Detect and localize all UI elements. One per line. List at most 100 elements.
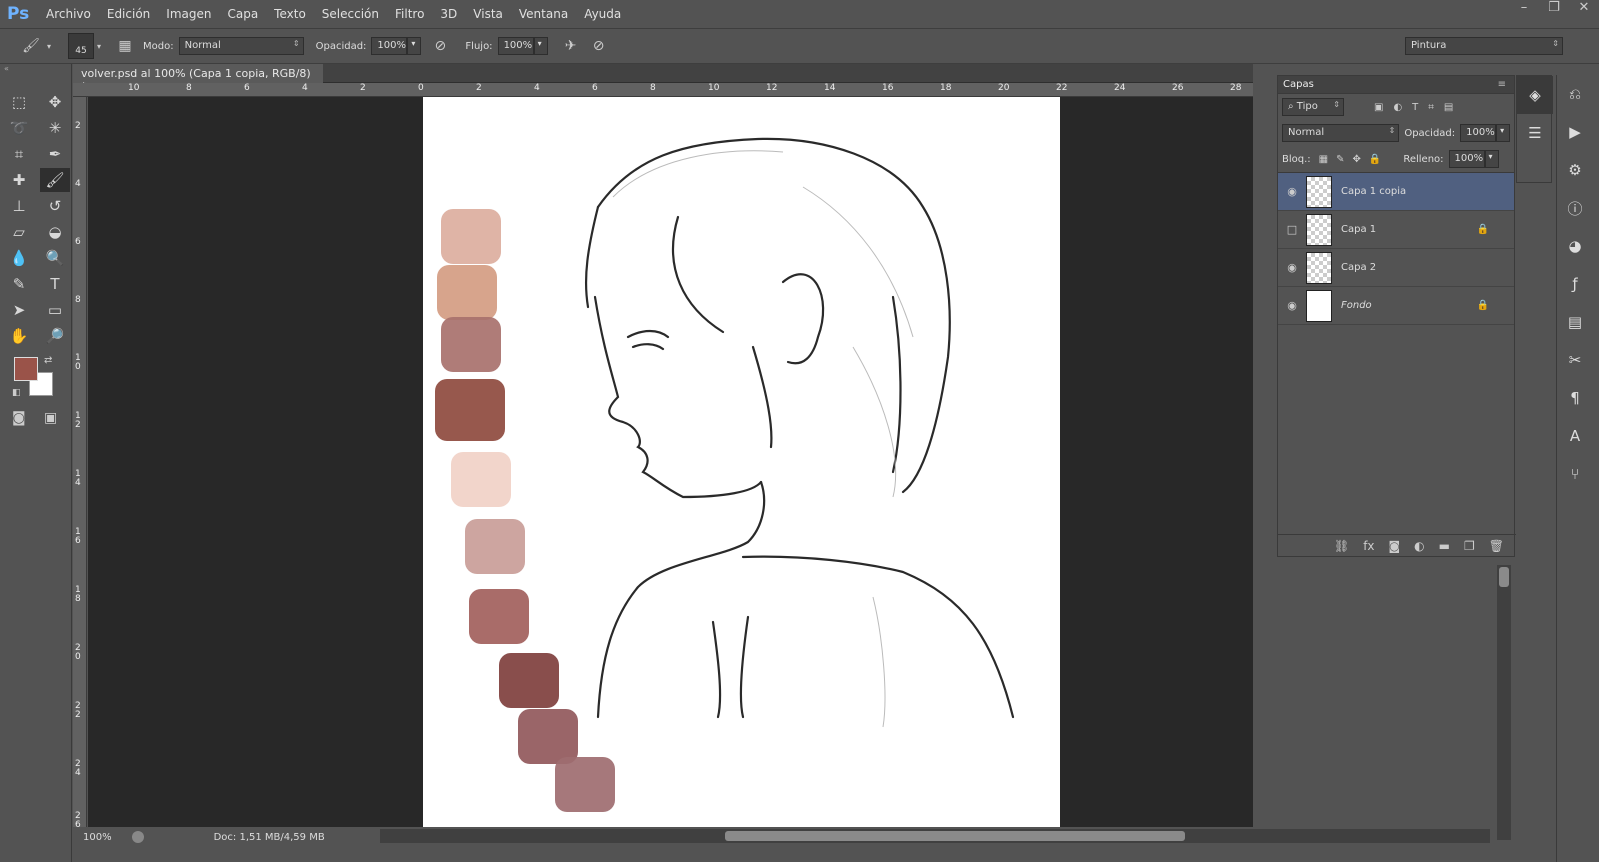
layer-opacity-dropdown[interactable]: ▾ bbox=[1496, 124, 1510, 142]
marquee-icon[interactable]: ⬚ bbox=[4, 90, 34, 114]
eye-icon[interactable]: ◉ bbox=[1278, 299, 1306, 312]
menu-ventana[interactable]: Ventana bbox=[511, 7, 576, 21]
character-icon[interactable]: A bbox=[1557, 417, 1593, 455]
eye-hidden-icon[interactable]: □ bbox=[1278, 223, 1306, 236]
crop-icon[interactable]: ⌗ bbox=[4, 142, 34, 166]
filter-icons[interactable]: ▣◐T⌗▤ bbox=[1374, 102, 1463, 113]
blur-icon[interactable]: 💧 bbox=[4, 246, 34, 270]
fx-icon[interactable]: fx bbox=[1363, 539, 1374, 553]
bucket-icon[interactable]: ◒ bbox=[40, 220, 70, 244]
status-info-icon[interactable] bbox=[131, 831, 144, 843]
magic-wand-icon[interactable]: ✳ bbox=[40, 116, 70, 140]
shape-icon[interactable]: ▭ bbox=[40, 298, 70, 322]
menu-imagen[interactable]: Imagen bbox=[158, 7, 219, 21]
add-mask-icon[interactable]: ◙ bbox=[1389, 539, 1401, 553]
path-select-icon[interactable]: ➤ bbox=[4, 298, 34, 322]
eye-icon[interactable]: ◉ bbox=[1278, 261, 1306, 274]
minimize-button[interactable]: – bbox=[1509, 0, 1539, 20]
trash-icon[interactable]: 🗑 bbox=[1489, 539, 1504, 553]
menu-archivo[interactable]: Archivo bbox=[38, 7, 99, 21]
flow-input[interactable]: 100% bbox=[497, 37, 534, 55]
collapse-icon[interactable]: « bbox=[0, 64, 71, 73]
menu-seleccion[interactable]: Selección bbox=[314, 7, 387, 21]
menu-edicion[interactable]: Edición bbox=[99, 7, 158, 21]
vertical-scrollbar[interactable] bbox=[1497, 565, 1511, 840]
quick-mask-icon[interactable]: ◙ bbox=[12, 410, 26, 426]
tool-presets-icon[interactable]: ✂ bbox=[1557, 341, 1593, 379]
fill-dropdown[interactable]: ▾ bbox=[1484, 150, 1499, 168]
clone-source-icon[interactable]: ⑂ bbox=[1557, 455, 1593, 493]
eyedropper-icon[interactable]: ✒ bbox=[40, 142, 70, 166]
restore-button[interactable]: ❐ bbox=[1539, 0, 1569, 20]
vertical-scroll-thumb[interactable] bbox=[1499, 567, 1509, 587]
history-icon[interactable]: ⎌ bbox=[1557, 75, 1593, 113]
brush-panel-icon[interactable]: ▦ bbox=[112, 33, 138, 59]
pressure-size-icon[interactable]: ⊘ bbox=[586, 33, 612, 59]
info-icon[interactable]: ⓘ bbox=[1557, 189, 1593, 227]
zoom-level[interactable]: 100% bbox=[83, 832, 112, 843]
pressure-opacity-icon[interactable]: ⊘ bbox=[427, 33, 453, 59]
new-layer-icon[interactable]: ❐ bbox=[1464, 539, 1475, 553]
layer-row[interactable]: □ Capa 1 🔒 bbox=[1278, 211, 1514, 249]
dodge-icon[interactable]: 🔍 bbox=[40, 246, 70, 270]
swap-colors-icon[interactable]: ⇄ bbox=[44, 355, 52, 366]
default-colors-icon[interactable]: ◧ bbox=[12, 388, 21, 398]
brush-preset-icon[interactable]: 🖌 bbox=[18, 33, 44, 59]
document-canvas[interactable] bbox=[423, 97, 1060, 827]
link-layers-icon[interactable]: ⛓ bbox=[1334, 539, 1349, 553]
brush-presets-icon[interactable]: ▤ bbox=[1557, 303, 1593, 341]
lock-icons[interactable]: ▦✎✥🔒 bbox=[1319, 154, 1390, 165]
layer-row[interactable]: ◉ Capa 2 bbox=[1278, 249, 1514, 287]
new-group-icon[interactable]: ▬ bbox=[1439, 539, 1450, 553]
menu-texto[interactable]: Texto bbox=[266, 7, 314, 21]
healing-icon[interactable]: ✚ bbox=[4, 168, 34, 192]
blend-mode-select[interactable]: Normal ⇕ bbox=[1282, 124, 1400, 142]
horizontal-scrollbar[interactable] bbox=[380, 829, 1490, 843]
opacity-dropdown[interactable]: ▾ bbox=[407, 37, 422, 55]
brush-icon[interactable]: 🖌 bbox=[40, 168, 70, 192]
layers-panel-title[interactable]: Capas bbox=[1283, 79, 1314, 90]
layer-filter-select[interactable]: ⌕ Tipo ⇕ bbox=[1282, 98, 1344, 116]
screen-mode-icon[interactable]: ▣ bbox=[44, 410, 57, 426]
horizontal-scroll-thumb[interactable] bbox=[725, 831, 1185, 841]
mode-select[interactable]: Normal ⇕ bbox=[178, 37, 304, 55]
eye-icon[interactable]: ◉ bbox=[1278, 185, 1306, 198]
menu-filtro[interactable]: Filtro bbox=[387, 7, 432, 21]
workspace-select[interactable]: Pintura ⇕ bbox=[1405, 37, 1563, 55]
airbrush-icon[interactable]: ✈ bbox=[558, 33, 584, 59]
lasso-icon[interactable]: ➰ bbox=[4, 116, 34, 140]
flow-dropdown[interactable]: ▾ bbox=[533, 37, 548, 55]
layer-opacity-input[interactable]: 100% bbox=[1460, 124, 1497, 142]
pen-icon[interactable]: ✎ bbox=[4, 272, 34, 296]
menu-capa[interactable]: Capa bbox=[219, 7, 266, 21]
styles-icon[interactable]: ƒ bbox=[1557, 265, 1593, 303]
zoom-icon[interactable]: 🔎 bbox=[40, 324, 70, 348]
opacity-input[interactable]: 100% bbox=[371, 37, 408, 55]
fill-input[interactable]: 100% bbox=[1448, 150, 1485, 168]
foreground-color-swatch[interactable] bbox=[14, 357, 38, 381]
menu-vista[interactable]: Vista bbox=[465, 7, 511, 21]
channels-icon[interactable]: ⚙ bbox=[1557, 151, 1593, 189]
actions-icon[interactable]: ▶ bbox=[1557, 113, 1593, 151]
paragraph-icon[interactable]: ¶ bbox=[1557, 379, 1593, 417]
stamp-icon[interactable]: ⊥ bbox=[4, 194, 34, 218]
menu-3d[interactable]: 3D bbox=[432, 7, 465, 21]
chevron-down-icon[interactable]: ▾ bbox=[94, 33, 104, 59]
panel-menu-icon[interactable]: ≡ bbox=[1498, 79, 1506, 90]
eraser-icon[interactable]: ▱ bbox=[4, 220, 34, 244]
menu-ayuda[interactable]: Ayuda bbox=[576, 7, 629, 21]
hand-icon[interactable]: ✋ bbox=[4, 324, 34, 348]
document-tab[interactable]: volver.psd al 100% (Capa 1 copia, RGB/8)… bbox=[73, 64, 323, 93]
adjustments-panel-icon[interactable]: ☰ bbox=[1517, 114, 1553, 152]
move-icon[interactable]: ✥ bbox=[40, 90, 70, 114]
chevron-down-icon[interactable]: ▾ bbox=[44, 33, 54, 59]
layer-row[interactable]: ◉ Fondo 🔒 bbox=[1278, 287, 1514, 325]
type-icon[interactable]: T bbox=[40, 272, 70, 296]
close-button[interactable]: ✕ bbox=[1569, 0, 1599, 20]
layer-row[interactable]: ◉ Capa 1 copia bbox=[1278, 173, 1514, 211]
color-icon[interactable]: ◕ bbox=[1557, 227, 1593, 265]
history-brush-icon[interactable]: ↺ bbox=[40, 194, 70, 218]
adjustment-layer-icon[interactable]: ◐ bbox=[1414, 539, 1424, 553]
brush-size-picker[interactable]: 45 bbox=[68, 33, 94, 59]
layers-panel-icon[interactable]: ◈ bbox=[1517, 76, 1553, 114]
